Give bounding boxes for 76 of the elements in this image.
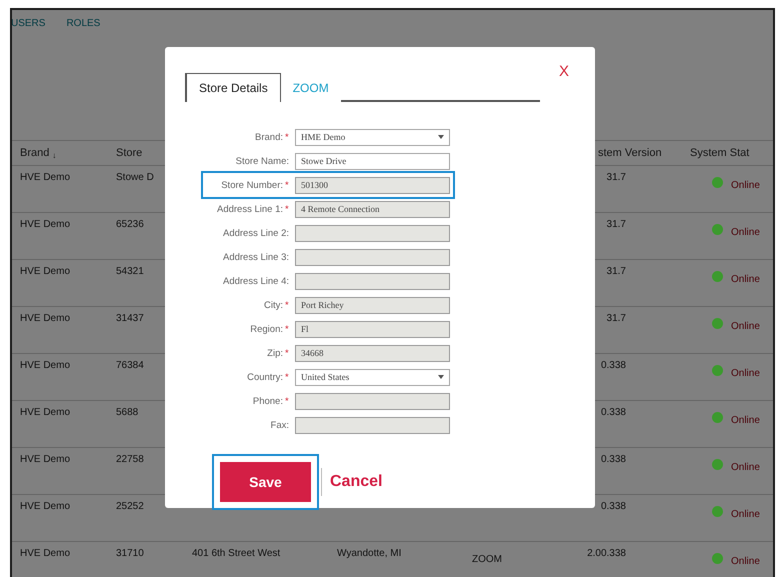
required-asterisk: * [285, 180, 290, 190]
field-label: Address Line 1: [216, 204, 283, 214]
table-cell: 65236 [116, 219, 144, 230]
field-label: Address Line 2: [222, 228, 289, 238]
table-cell: 31.7 [606, 172, 626, 183]
tab[interactable]: Store Details [185, 73, 281, 102]
table-cell: 25252 [116, 501, 144, 512]
required-asterisk: * [285, 204, 290, 214]
required-asterisk: * [285, 300, 290, 310]
table-cell: ZOOM [472, 554, 502, 565]
table-cell: 31.7 [606, 266, 626, 277]
column-header[interactable]: Brand [20, 147, 50, 159]
table-cell: HVE Demo [20, 172, 70, 183]
table-cell: HVE Demo [20, 219, 70, 230]
cancel-link[interactable]: Cancel [330, 473, 382, 491]
column-header[interactable]: System Stat [690, 147, 750, 159]
table-cell: HVE Demo [20, 407, 70, 418]
field-label: Brand: [255, 132, 283, 142]
caret-icon [438, 135, 444, 139]
status-text: Online [731, 415, 760, 426]
save-button[interactable]: Save [220, 462, 311, 502]
column-header[interactable]: stem Version [598, 147, 662, 159]
table-cell: HVE Demo [20, 360, 70, 371]
status-text: Online [731, 321, 760, 332]
status-text: Online [731, 180, 760, 191]
required-asterisk: * [285, 348, 290, 358]
table-cell: 5688 [116, 407, 138, 418]
field-label: Address Line 4: [222, 276, 289, 286]
field-label: Country: [247, 372, 283, 382]
close-button[interactable]: X [559, 63, 570, 80]
status-text: Online [731, 227, 760, 238]
table-cell: HVE Demo [20, 548, 70, 559]
table-cell: 0.338 [600, 454, 626, 465]
caret-icon [438, 375, 444, 379]
table-cell: HVE Demo [20, 313, 70, 324]
required-asterisk: * [285, 132, 290, 142]
field-label: Zip: [267, 348, 283, 358]
column-header[interactable]: Store [116, 147, 142, 159]
field-label: City: [264, 300, 283, 310]
table-cell: 31.7 [606, 313, 626, 324]
table-cell: 54321 [116, 266, 144, 277]
select-field[interactable]: United States [295, 368, 450, 386]
table-cell: 401 6th Street West [192, 548, 280, 559]
field-label: Store Number: [221, 180, 283, 190]
table-cell: 0.338 [600, 407, 626, 418]
nav-link[interactable]: ROLES [66, 18, 100, 40]
required-asterisk: * [285, 324, 290, 334]
required-asterisk: * [285, 372, 290, 382]
field-label: Region: [250, 324, 283, 334]
table-cell: 0.338 [600, 360, 626, 371]
table-cell: 31710 [116, 548, 144, 559]
table-cell: 76384 [116, 360, 144, 371]
table-cell: 31.7 [606, 219, 626, 230]
status-text: Online [731, 368, 760, 379]
field-label: Fax: [270, 420, 289, 430]
nav-link[interactable]: USERS [12, 18, 46, 40]
table-cell: HVE Demo [20, 501, 70, 512]
table-cell: 2.00.338 [587, 548, 626, 559]
required-asterisk: * [285, 396, 290, 406]
status-text: Online [731, 274, 760, 285]
field-label: Store Name: [236, 156, 289, 166]
table-cell: 31437 [116, 313, 144, 324]
table-cell: HVE Demo [20, 266, 70, 277]
field-label: Phone: [252, 396, 283, 406]
table-cell: Stowe D [116, 172, 154, 183]
table-cell: HVE Demo [20, 454, 70, 465]
status-text: Online [731, 556, 760, 567]
field-label: Address Line 3: [222, 252, 289, 262]
status-text: Online [731, 509, 760, 520]
table-cell: 22758 [116, 454, 144, 465]
table-cell: Wyandotte, MI [337, 548, 402, 559]
input-field[interactable]: Stowe Drive [295, 152, 450, 170]
select-field[interactable]: HME Demo [295, 128, 450, 146]
sort-arrow-icon[interactable]: ↓ [52, 150, 56, 160]
status-text: Online [731, 462, 760, 473]
table-cell: 0.338 [600, 501, 626, 512]
